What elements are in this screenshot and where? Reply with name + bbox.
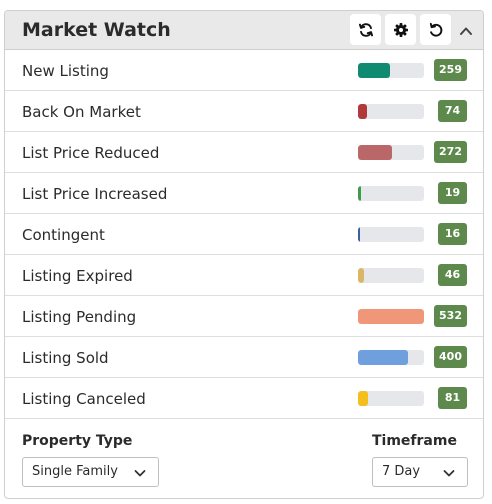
progress-fill bbox=[358, 145, 392, 160]
progress-bar bbox=[358, 309, 424, 324]
count-badge: 46 bbox=[438, 264, 467, 286]
progress-fill bbox=[358, 227, 360, 242]
widget-header: Market Watch bbox=[5, 11, 483, 50]
progress-fill bbox=[358, 186, 361, 201]
collapse-button[interactable] bbox=[455, 20, 477, 42]
chevron-down-icon bbox=[134, 470, 146, 477]
widget-title: Market Watch bbox=[22, 19, 171, 41]
row-label: List Price Increased bbox=[22, 185, 168, 203]
market-row-list-price-increased[interactable]: List Price Increased 19 bbox=[5, 173, 483, 214]
settings-button[interactable] bbox=[385, 14, 416, 45]
market-row-listing-sold[interactable]: Listing Sold 400 bbox=[5, 337, 483, 378]
refresh-button[interactable] bbox=[350, 14, 381, 45]
market-watch-widget: Market Watch New Listing 259 Back On Mar… bbox=[4, 10, 484, 499]
progress-bar bbox=[358, 350, 424, 365]
progress-fill bbox=[358, 350, 408, 365]
row-label: Listing Sold bbox=[22, 349, 109, 367]
market-stats-list: New Listing 259 Back On Market 74 List P… bbox=[5, 50, 483, 419]
count-badge: 259 bbox=[434, 59, 467, 81]
progress-bar bbox=[358, 104, 424, 119]
gear-icon bbox=[393, 22, 408, 37]
progress-fill bbox=[358, 309, 424, 324]
market-row-list-price-reduced[interactable]: List Price Reduced 272 bbox=[5, 132, 483, 173]
count-badge: 272 bbox=[434, 141, 467, 163]
count-badge: 400 bbox=[434, 346, 467, 368]
timeframe-value: 7 Day bbox=[382, 464, 421, 479]
market-row-listing-pending[interactable]: Listing Pending 532 bbox=[5, 296, 483, 337]
progress-bar bbox=[358, 145, 424, 160]
progress-fill bbox=[358, 104, 368, 119]
progress-fill bbox=[358, 268, 364, 283]
widget-footer: Property Type Single Family Timeframe 7 … bbox=[5, 419, 483, 498]
refresh-icon bbox=[358, 22, 373, 37]
property-type-select[interactable]: Single Family bbox=[22, 457, 159, 487]
row-label: Listing Expired bbox=[22, 267, 133, 285]
count-badge: 19 bbox=[438, 182, 467, 204]
row-label: Listing Canceled bbox=[22, 390, 146, 408]
row-label: Back On Market bbox=[22, 103, 141, 121]
timeframe-select[interactable]: 7 Day bbox=[372, 457, 468, 487]
timeframe-label: Timeframe bbox=[372, 433, 457, 449]
row-label: Listing Pending bbox=[22, 308, 137, 326]
chevron-down-icon bbox=[443, 470, 455, 477]
chevron-up-icon bbox=[460, 27, 472, 35]
market-row-back-on-market[interactable]: Back On Market 74 bbox=[5, 91, 483, 132]
progress-bar bbox=[358, 268, 424, 283]
count-badge: 74 bbox=[438, 100, 467, 122]
count-badge: 16 bbox=[438, 223, 467, 245]
progress-bar bbox=[358, 391, 424, 406]
progress-bar bbox=[358, 63, 424, 78]
market-row-new-listing[interactable]: New Listing 259 bbox=[5, 50, 483, 91]
market-row-contingent[interactable]: Contingent 16 bbox=[5, 214, 483, 255]
count-badge: 532 bbox=[434, 305, 467, 327]
undo-icon bbox=[429, 22, 442, 36]
property-type-value: Single Family bbox=[32, 464, 118, 479]
reset-button[interactable] bbox=[420, 14, 451, 45]
market-row-listing-canceled[interactable]: Listing Canceled 81 bbox=[5, 378, 483, 419]
market-row-listing-expired[interactable]: Listing Expired 46 bbox=[5, 255, 483, 296]
row-label: Contingent bbox=[22, 226, 105, 244]
progress-fill bbox=[358, 63, 391, 78]
progress-bar bbox=[358, 186, 424, 201]
row-label: New Listing bbox=[22, 62, 109, 80]
property-type-label: Property Type bbox=[22, 433, 133, 449]
row-label: List Price Reduced bbox=[22, 144, 160, 162]
progress-fill bbox=[358, 391, 368, 406]
progress-bar bbox=[358, 227, 424, 242]
count-badge: 81 bbox=[438, 387, 467, 409]
